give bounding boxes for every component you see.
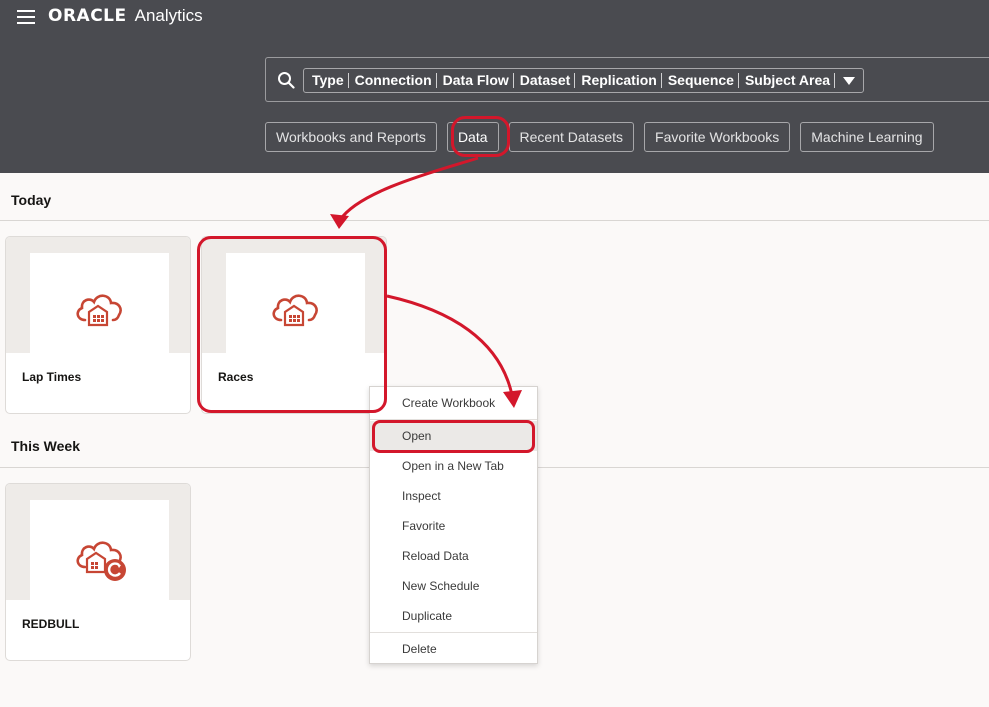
- search-bar[interactable]: Type Connection Data Flow Dataset Replic…: [265, 57, 989, 102]
- card-thumbnail-bg: [202, 237, 386, 353]
- menu-item-favorite[interactable]: Favorite: [370, 511, 537, 541]
- section-divider: [0, 220, 989, 221]
- card-thumbnail-bg: [6, 237, 190, 353]
- cloud-dataset-icon: [272, 294, 318, 327]
- cloud-dataset-icon: [76, 294, 122, 327]
- top-header: ORACLE Analytics Type Connection Data Fl…: [0, 0, 989, 173]
- menu-item-duplicate[interactable]: Duplicate: [370, 601, 537, 631]
- type-chip-data-flow[interactable]: Data Flow: [437, 73, 514, 88]
- dataset-card-races[interactable]: Races: [201, 236, 387, 414]
- brand: ORACLE Analytics: [48, 6, 203, 26]
- menu-item-open[interactable]: Open: [370, 421, 537, 451]
- menu-item-inspect[interactable]: Inspect: [370, 481, 537, 511]
- menu-divider: [370, 632, 537, 633]
- dataset-card-lap-times[interactable]: Lap Times: [5, 236, 191, 414]
- type-chip-subject-area[interactable]: Subject Area: [739, 73, 836, 88]
- context-menu: Create Workbook Open Open in a New Tab I…: [369, 386, 538, 664]
- chevron-down-icon[interactable]: [843, 76, 856, 85]
- search-icon[interactable]: [277, 71, 295, 89]
- type-chip-replication[interactable]: Replication: [575, 73, 662, 88]
- type-chip-type[interactable]: Type: [306, 73, 349, 88]
- menu-item-new-schedule[interactable]: New Schedule: [370, 571, 537, 601]
- card-name: REDBULL: [22, 617, 80, 631]
- menu-item-delete[interactable]: Delete: [370, 634, 537, 664]
- product-name: Analytics: [134, 6, 203, 25]
- card-thumbnail: [30, 500, 169, 600]
- cloud-dataset-replicated-icon: [76, 541, 126, 581]
- filter-recent-datasets[interactable]: Recent Datasets: [508, 122, 635, 152]
- filter-favorite-workbooks[interactable]: Favorite Workbooks: [644, 122, 791, 152]
- filter-data[interactable]: Data: [446, 122, 499, 152]
- menu-item-open-new-tab[interactable]: Open in a New Tab: [370, 451, 537, 481]
- type-chip-dataset[interactable]: Dataset: [514, 73, 576, 88]
- section-title-today: Today: [11, 192, 52, 208]
- filter-workbooks-and-reports[interactable]: Workbooks and Reports: [265, 122, 437, 152]
- type-chip-connection[interactable]: Connection: [349, 73, 437, 88]
- card-thumbnail-bg: [6, 484, 190, 600]
- filter-machine-learning[interactable]: Machine Learning: [800, 122, 934, 152]
- dataset-card-redbull[interactable]: REDBULL: [5, 483, 191, 661]
- menu-item-reload-data[interactable]: Reload Data: [370, 541, 537, 571]
- section-title-this-week: This Week: [11, 438, 80, 454]
- card-thumbnail: [226, 253, 365, 353]
- type-filter-chips[interactable]: Type Connection Data Flow Dataset Replic…: [303, 68, 865, 93]
- type-chip-sequence[interactable]: Sequence: [662, 73, 739, 88]
- hamburger-icon[interactable]: [17, 10, 35, 24]
- menu-divider: [370, 419, 537, 420]
- filter-bar: Workbooks and Reports Data Recent Datase…: [265, 122, 944, 152]
- card-name: Races: [218, 370, 254, 384]
- oracle-logo: ORACLE: [48, 6, 127, 26]
- card-thumbnail: [30, 253, 169, 353]
- menu-item-create-workbook[interactable]: Create Workbook: [370, 388, 537, 418]
- card-name: Lap Times: [22, 370, 82, 384]
